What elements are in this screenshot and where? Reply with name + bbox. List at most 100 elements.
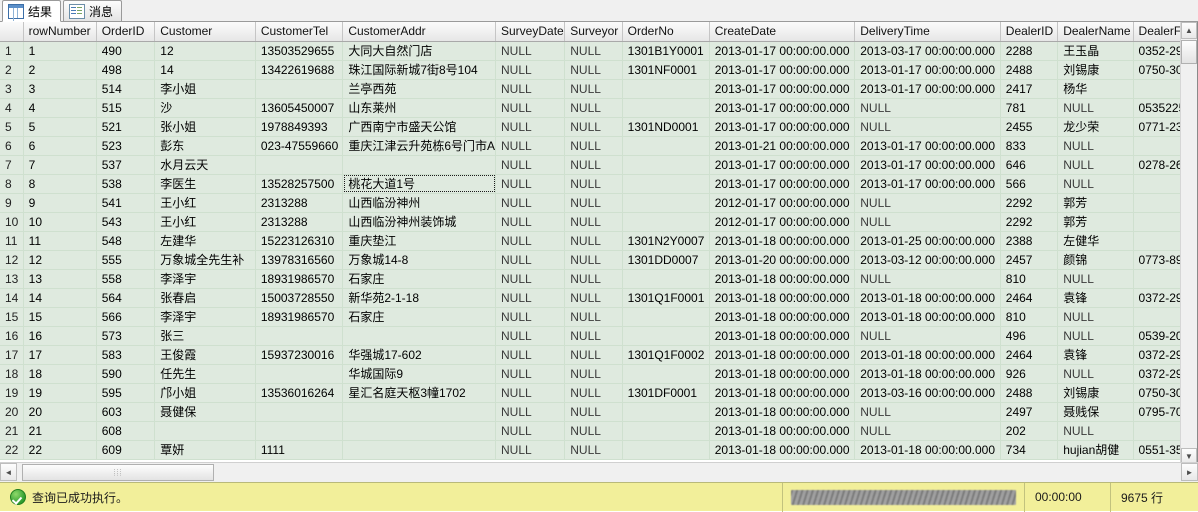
table-row[interactable]: 7 7 537 水月云天 NULL NULL 2013-01-17 00:00:00.000… <box>0 155 1197 175</box>
cell-dealername[interactable]: NULL <box>1057 155 1134 175</box>
cell-createdate[interactable]: 2012-01-17 00:00:00.000 <box>709 193 856 213</box>
row-number-header[interactable]: 15 <box>0 307 24 327</box>
cell-dealername[interactable]: NULL <box>1057 98 1134 118</box>
cell-orderid[interactable]: 603 <box>96 402 156 422</box>
cell-orderid[interactable]: 590 <box>96 364 156 384</box>
cell-orderno[interactable] <box>622 364 710 384</box>
cell-customertel[interactable]: 13605450007 <box>255 98 344 118</box>
cell-surveydate[interactable]: NULL <box>495 193 566 213</box>
cell-customeraddr[interactable] <box>342 155 496 175</box>
cell-dealerid[interactable]: 2288 <box>1000 41 1059 61</box>
cell-createdate[interactable]: 2013-01-17 00:00:00.000 <box>709 155 856 175</box>
table-row[interactable]: 1 1 490 12 13503529655 大同大自然门店 NULL NULL 1301B1Y… <box>0 41 1197 61</box>
cell-orderid[interactable]: 573 <box>96 326 156 346</box>
horizontal-scroll-thumb[interactable]: ⦙⦙⦙ <box>22 464 214 481</box>
cell-orderid[interactable]: 537 <box>96 155 156 175</box>
column-header-deliverytime[interactable]: DeliveryTime <box>854 22 1001 42</box>
cell-orderid[interactable]: 538 <box>96 174 156 194</box>
cell-surveyor[interactable]: NULL <box>564 212 623 232</box>
cell-dealername[interactable]: NULL <box>1057 421 1134 441</box>
horizontal-scrollbar[interactable]: ◄ ⦙⦙⦙ ► <box>0 462 1198 482</box>
cell-rownumber[interactable]: 14 <box>23 288 97 308</box>
cell-orderno[interactable] <box>622 79 710 99</box>
cell-surveydate[interactable]: NULL <box>495 326 566 346</box>
cell-orderid[interactable]: 490 <box>96 41 156 61</box>
cell-customertel[interactable]: 13422619688 <box>255 60 344 80</box>
cell-deliverytime[interactable]: 2013-01-18 00:00:00.000 <box>854 440 1001 460</box>
cell-customer[interactable]: 水月云天 <box>154 155 256 175</box>
cell-surveydate[interactable]: NULL <box>495 383 566 403</box>
cell-dealername[interactable]: 龙少荣 <box>1057 117 1134 137</box>
cell-createdate[interactable]: 2013-01-17 00:00:00.000 <box>709 117 856 137</box>
cell-orderid[interactable]: 609 <box>96 440 156 460</box>
cell-surveyor[interactable]: NULL <box>564 174 623 194</box>
cell-customeraddr[interactable] <box>342 421 496 441</box>
cell-deliverytime[interactable]: NULL <box>854 402 1001 422</box>
cell-customertel[interactable]: 13978316560 <box>255 250 344 270</box>
column-header-rownumber[interactable]: rowNumber <box>23 22 97 42</box>
cell-orderid[interactable]: 583 <box>96 345 156 365</box>
row-number-header[interactable]: 11 <box>0 231 24 251</box>
cell-rownumber[interactable]: 5 <box>23 117 97 137</box>
cell-deliverytime[interactable]: 2013-01-18 00:00:00.000 <box>854 307 1001 327</box>
cell-dealername[interactable]: 刘锡康 <box>1057 383 1134 403</box>
cell-dealerid[interactable]: 2455 <box>1000 117 1059 137</box>
cell-createdate[interactable]: 2013-01-18 00:00:00.000 <box>709 288 856 308</box>
results-grid[interactable]: rowNumber OrderID Customer CustomerTel Custo… <box>0 22 1198 482</box>
row-number-header[interactable]: 4 <box>0 98 24 118</box>
cell-rownumber[interactable]: 4 <box>23 98 97 118</box>
scroll-left-button[interactable]: ◄ <box>0 463 17 481</box>
cell-createdate[interactable]: 2013-01-17 00:00:00.000 <box>709 79 856 99</box>
cell-surveyor[interactable]: NULL <box>564 364 623 384</box>
cell-dealerid[interactable]: 2488 <box>1000 383 1059 403</box>
cell-surveyor[interactable]: NULL <box>564 41 623 61</box>
table-row[interactable]: 9 9 541 王小红 2313288 山西临汾神州 NULL NULL 2012-01-17 … <box>0 193 1197 213</box>
cell-deliverytime[interactable]: 2013-03-17 00:00:00.000 <box>854 41 1001 61</box>
cell-orderid[interactable]: 564 <box>96 288 156 308</box>
cell-customeraddr[interactable]: 山西临汾神州装饰城 <box>342 212 496 232</box>
cell-rownumber[interactable]: 7 <box>23 155 97 175</box>
cell-deliverytime[interactable]: 2013-01-17 00:00:00.000 <box>854 136 1001 156</box>
cell-surveydate[interactable]: NULL <box>495 117 566 137</box>
column-header-customertel[interactable]: CustomerTel <box>255 22 344 42</box>
cell-customeraddr[interactable]: 山东莱州 <box>342 98 496 118</box>
row-number-header[interactable]: 9 <box>0 193 24 213</box>
cell-createdate[interactable]: 2013-01-18 00:00:00.000 <box>709 269 856 289</box>
cell-customertel[interactable]: 2313288 <box>255 212 344 232</box>
cell-customer[interactable]: 14 <box>154 60 256 80</box>
cell-customertel[interactable]: 15223126310 <box>255 231 344 251</box>
cell-customertel[interactable]: 15937230016 <box>255 345 344 365</box>
cell-surveyor[interactable]: NULL <box>564 307 623 327</box>
cell-orderid[interactable]: 514 <box>96 79 156 99</box>
cell-surveyor[interactable]: NULL <box>564 269 623 289</box>
cell-deliverytime[interactable]: NULL <box>854 117 1001 137</box>
cell-customer[interactable]: 李医生 <box>154 174 256 194</box>
cell-dealerid[interactable]: 2464 <box>1000 288 1059 308</box>
cell-customer[interactable]: 聂健保 <box>154 402 256 422</box>
table-row[interactable]: 13 13 558 李泽宇 18931986570 石家庄 NULL NULL 2013-01-… <box>0 269 1197 289</box>
cell-customer[interactable]: 王小红 <box>154 193 256 213</box>
cell-createdate[interactable]: 2012-01-17 00:00:00.000 <box>709 212 856 232</box>
cell-rownumber[interactable]: 10 <box>23 212 97 232</box>
table-row[interactable]: 18 18 590 任先生 华城国际9 NULL NULL 2013-01-18 00:00:… <box>0 364 1197 384</box>
table-row[interactable]: 10 10 543 王小红 2313288 山西临汾神州装饰城 NULL NULL 2012-0… <box>0 212 1197 232</box>
cell-orderno[interactable] <box>622 155 710 175</box>
cell-createdate[interactable]: 2013-01-18 00:00:00.000 <box>709 383 856 403</box>
column-header-customeraddr[interactable]: CustomerAddr <box>342 22 496 42</box>
cell-rownumber[interactable]: 9 <box>23 193 97 213</box>
cell-orderid[interactable]: 521 <box>96 117 156 137</box>
cell-createdate[interactable]: 2013-01-18 00:00:00.000 <box>709 440 856 460</box>
cell-deliverytime[interactable]: 2013-01-17 00:00:00.000 <box>854 174 1001 194</box>
cell-orderid[interactable]: 555 <box>96 250 156 270</box>
cell-customertel[interactable] <box>255 402 344 422</box>
column-header-dealername[interactable]: DealerName <box>1057 22 1134 42</box>
cell-dealername[interactable]: 郭芳 <box>1057 212 1134 232</box>
table-row[interactable]: 5 5 521 张小姐 1978849393 广西南宁市盛天公馆 NULL NULL 1301N… <box>0 117 1197 137</box>
cell-customertel[interactable]: 13503529655 <box>255 41 344 61</box>
cell-surveyor[interactable]: NULL <box>564 402 623 422</box>
cell-createdate[interactable]: 2013-01-18 00:00:00.000 <box>709 326 856 346</box>
cell-customeraddr[interactable]: 星汇名庭天枢3幢1702 <box>342 383 496 403</box>
cell-orderno[interactable] <box>622 440 710 460</box>
cell-dealername[interactable]: NULL <box>1057 174 1134 194</box>
cell-createdate[interactable]: 2013-01-17 00:00:00.000 <box>709 60 856 80</box>
